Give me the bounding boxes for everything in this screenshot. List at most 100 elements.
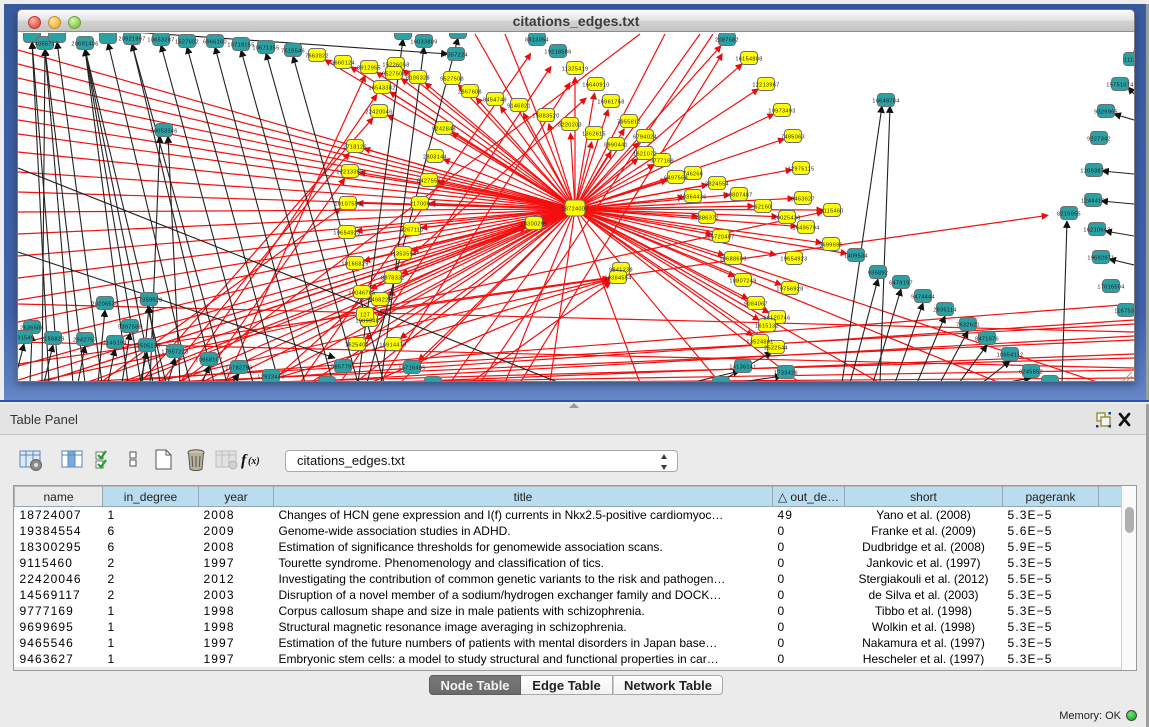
svg-text:19218586: 19218586: [544, 50, 571, 56]
svg-text:2636506: 2636506: [20, 326, 44, 332]
svg-text:2087682: 2087682: [715, 38, 739, 44]
svg-text:12975115: 12975115: [788, 167, 815, 173]
svg-text:20691406: 20691406: [71, 42, 98, 48]
svg-text:7663822: 7663822: [305, 54, 329, 60]
svg-text:20206536: 20206536: [91, 302, 118, 308]
svg-text:2522544: 2522544: [764, 346, 788, 352]
svg-text:9115460: 9115460: [820, 209, 843, 215]
svg-text:10688609: 10688609: [719, 257, 746, 263]
svg-text:9242848: 9242848: [432, 127, 456, 133]
svg-text:10107553: 10107553: [334, 202, 361, 208]
svg-text:16782759: 16782759: [225, 366, 252, 372]
svg-text:19756928: 19756928: [776, 287, 803, 293]
svg-text:8215955: 8215955: [1057, 212, 1081, 218]
svg-text:11125: 11125: [1124, 58, 1134, 64]
svg-text:16961758: 16961758: [597, 100, 624, 106]
svg-text:1409534: 1409534: [844, 254, 868, 260]
svg-text:8454749: 8454749: [483, 98, 507, 104]
svg-text:15226058: 15226058: [382, 63, 409, 69]
svg-text:6479197: 6479197: [889, 281, 913, 287]
svg-text:2867608: 2867608: [458, 90, 482, 96]
svg-text:1244415: 1244415: [1081, 199, 1105, 205]
svg-text:12923448: 12923448: [257, 375, 284, 381]
svg-text:20921997: 20921997: [118, 37, 145, 43]
svg-text:9777169: 9777169: [650, 159, 674, 165]
svg-text:8990441: 8990441: [604, 143, 628, 149]
svg-text:16154808: 16154808: [735, 57, 762, 63]
svg-text:1621072: 1621072: [633, 152, 657, 158]
svg-text:10671355: 10671355: [252, 46, 279, 52]
svg-text:1167533: 1167533: [1114, 309, 1134, 315]
svg-text:9245652: 9245652: [1019, 370, 1043, 376]
svg-text:2803144: 2803144: [423, 155, 447, 161]
svg-text:12093873: 12093873: [1080, 169, 1107, 175]
svg-text:8220203: 8220203: [558, 123, 582, 129]
svg-text:15883520: 15883520: [532, 114, 559, 120]
svg-text:935892: 935892: [868, 271, 888, 277]
svg-text:12213967: 12213967: [752, 83, 779, 89]
svg-text:10807487: 10807487: [725, 193, 752, 199]
svg-text:19654923: 19654923: [333, 231, 360, 237]
svg-text:9841238: 9841238: [609, 268, 633, 274]
svg-text:10653287: 10653287: [147, 38, 174, 44]
svg-text:19384554: 19384554: [604, 276, 631, 282]
svg-text:2718126: 2718126: [343, 145, 367, 151]
svg-text:1615132: 1615132: [755, 324, 779, 330]
svg-text:3498222: 3498222: [368, 298, 392, 304]
svg-text:18300295: 18300295: [520, 222, 547, 228]
svg-text:9474444: 9474444: [911, 295, 935, 301]
svg-text:10719155: 10719155: [227, 43, 254, 49]
svg-text:11353594: 11353594: [390, 252, 417, 258]
svg-text:7515546: 7515546: [281, 49, 305, 55]
svg-text:19654923: 19654923: [780, 257, 807, 263]
svg-text:10025438: 10025438: [773, 216, 800, 222]
svg-text:20053346: 20053346: [150, 129, 177, 135]
svg-text:1527602: 1527602: [175, 40, 199, 46]
svg-text:12213369: 12213369: [336, 170, 363, 176]
svg-text:17957223: 17957223: [161, 350, 188, 356]
svg-text:9660124: 9660124: [331, 61, 355, 67]
svg-text:(x): (x): [248, 456, 260, 467]
svg-text:f: f: [241, 452, 248, 469]
svg-text:6966160: 6966160: [203, 40, 227, 46]
svg-text:17016504: 17016504: [1097, 285, 1124, 291]
svg-text:17359928: 17359928: [135, 298, 162, 304]
svg-text:10973493: 10973493: [768, 109, 795, 115]
svg-text:2942757: 2942757: [73, 338, 97, 344]
svg-text:19692971: 19692971: [1087, 256, 1114, 262]
svg-text:8813054: 8813054: [525, 38, 549, 44]
svg-text:16033809: 16033809: [410, 40, 437, 46]
svg-text:6497568: 6497568: [664, 176, 688, 182]
svg-text:9857791: 9857791: [331, 365, 355, 371]
svg-text:16640910: 16640910: [582, 83, 609, 89]
svg-text:1362615: 1362615: [582, 132, 606, 138]
svg-text:7955812: 7955812: [617, 120, 641, 126]
svg-text:7485063: 7485063: [781, 135, 805, 141]
svg-text:16495794: 16495794: [792, 226, 819, 232]
svg-text:931549: 931549: [18, 336, 34, 342]
svg-text:217006: 217006: [410, 202, 430, 208]
svg-text:9463627: 9463627: [791, 197, 815, 203]
svg-text:9397588: 9397588: [118, 325, 142, 331]
svg-text:10099489: 10099489: [355, 319, 382, 325]
svg-text:16543382: 16543382: [368, 86, 395, 92]
svg-text:9527508: 9527508: [440, 77, 464, 83]
svg-text:18724007: 18724007: [561, 207, 588, 213]
svg-text:62160: 62160: [754, 205, 771, 211]
svg-text:22420046: 22420046: [365, 110, 392, 116]
svg-text:127: 127: [360, 313, 370, 319]
svg-text:14136141: 14136141: [729, 365, 756, 371]
svg-text:8186328: 8186328: [406, 76, 430, 82]
svg-text:12505135: 12505135: [133, 344, 160, 350]
svg-text:15751074: 15751074: [1106, 83, 1133, 89]
svg-text:16914479: 16914479: [379, 343, 406, 349]
svg-text:19166829: 19166829: [341, 262, 368, 268]
svg-text:14055712: 14055712: [31, 42, 58, 48]
svg-text:1145194: 1145194: [103, 341, 126, 347]
svg-text:9084067: 9084067: [744, 302, 768, 308]
svg-text:15716485: 15716485: [398, 366, 425, 372]
svg-text:8912955: 8912955: [357, 66, 381, 72]
svg-text:16120746: 16120746: [763, 316, 790, 322]
svg-text:15720407: 15720407: [707, 235, 734, 241]
svg-text:6794024: 6794024: [633, 135, 657, 141]
